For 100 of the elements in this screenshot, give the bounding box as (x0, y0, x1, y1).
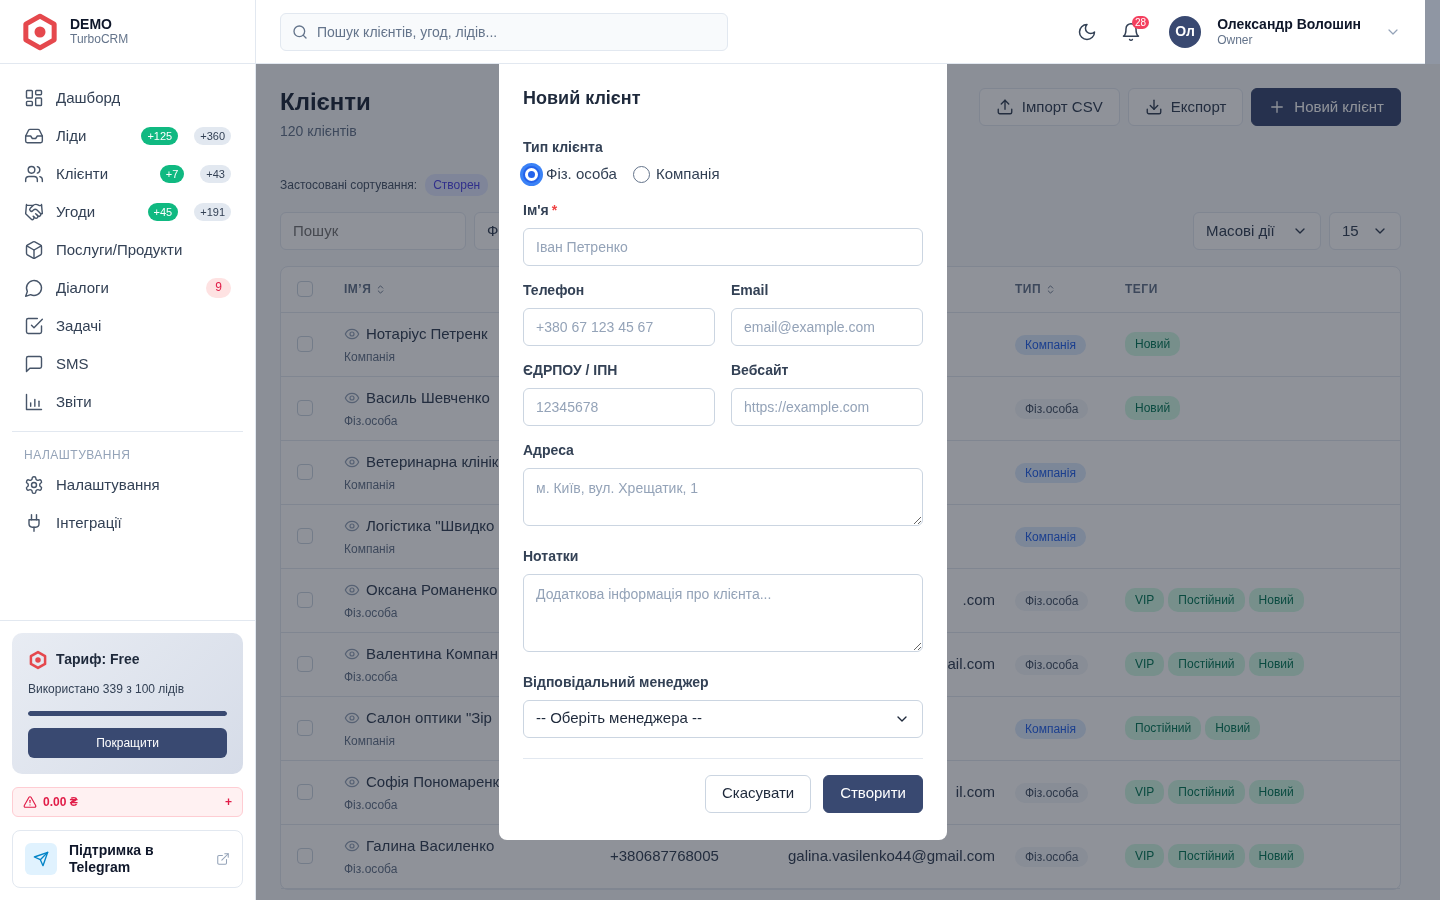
row-checkbox[interactable] (297, 656, 313, 673)
balance-amount: 0.00 ₴ (43, 794, 79, 812)
field-label: Нотатки (523, 547, 579, 564)
tag-badge: Новий (1125, 396, 1181, 421)
upgrade-button[interactable]: Покращити (28, 728, 227, 759)
radio-option[interactable]: Фіз. особа (523, 163, 617, 186)
usage-text: Використано 339 з 100 лідів (28, 681, 186, 699)
notification-badge: 28 (1132, 15, 1150, 29)
scrollbar-track (1425, 0, 1440, 64)
tag-badge: Постійний (1125, 716, 1202, 741)
row-checkbox[interactable] (297, 592, 313, 609)
nav-item[interactable]: Угоди +45 +191 (12, 193, 243, 231)
client-kind: Компанія (344, 348, 395, 366)
client-kind: Компанія (344, 540, 395, 558)
nav-item[interactable]: Інтеграції (12, 504, 243, 542)
client-kind: Фіз.особа (344, 412, 398, 430)
row-checkbox[interactable] (297, 720, 313, 737)
email-cell: il.com (955, 783, 995, 801)
row-checkbox[interactable] (297, 784, 313, 801)
nav-item[interactable]: Послуги/Продукти (12, 231, 243, 269)
nav-item[interactable]: Дашборд (12, 79, 243, 117)
client-name[interactable]: Галина Василенко (366, 835, 495, 858)
row-checkbox[interactable] (297, 848, 313, 865)
support-card[interactable]: Підтримка в Telegram (12, 830, 243, 888)
client-name[interactable]: Василь Шевченко (366, 387, 490, 410)
text-area[interactable]: Додаткова інформація про клієнта... (523, 573, 923, 652)
text-field[interactable]: Іван Петренко (523, 227, 923, 266)
type-badge: Фіз.особа (1015, 654, 1089, 675)
row-checkbox[interactable] (297, 336, 313, 353)
plan-title: Тариф: Free (56, 650, 140, 670)
user-avatar[interactable]: Ол (1169, 15, 1202, 48)
create-button[interactable]: Створити (823, 774, 923, 813)
client-name[interactable]: Ветеринарна клінік (366, 451, 499, 474)
tag-badge: Новий (1248, 652, 1304, 677)
column-header[interactable]: ТИП (1015, 280, 1042, 299)
nav-item[interactable]: Звіти (12, 383, 243, 421)
add-balance-link[interactable]: + (225, 793, 232, 812)
handshake-icon (24, 202, 44, 222)
section-title: НАЛАШТУВАННЯ (23, 447, 132, 464)
nav-item[interactable]: Діалоги 9 (12, 269, 243, 307)
text-field[interactable]: +380 67 123 45 67 (523, 307, 715, 346)
client-name[interactable]: Оксана Романенко (366, 579, 498, 602)
logo-icon (20, 11, 60, 52)
sort-chip[interactable]: Створен (425, 173, 489, 196)
nav-item[interactable]: Клієнти +7 +43 (12, 155, 243, 193)
row-checkbox[interactable] (297, 528, 313, 545)
client-name[interactable]: Софія Пономаренк (366, 771, 500, 794)
tag-badge: Новий (1248, 844, 1304, 869)
nav-item[interactable]: Ліди +125 +360 (12, 117, 243, 155)
count-badge: +191 (194, 202, 231, 222)
warning-icon (23, 795, 37, 810)
client-name[interactable]: Нотаріус Петренк (366, 323, 488, 346)
count-badge: +45 (147, 202, 179, 222)
email-cell: galina.vasilenko44@gmail.com (788, 847, 995, 865)
dialog-title: Новий клієнт (523, 87, 642, 110)
message-icon (24, 354, 44, 374)
tag-badge: VIP (1125, 844, 1165, 869)
balance-alert[interactable]: 0.00 ₴ + (12, 787, 243, 818)
dashboard-icon (24, 88, 44, 108)
row-checkbox[interactable] (297, 400, 313, 417)
nav-item[interactable]: SMS (12, 345, 243, 383)
sorting-label: Застосовані сортування: (280, 176, 418, 194)
page-size-select[interactable]: 15 (1329, 211, 1401, 250)
search-field[interactable]: Пошук клієнтів, угод, лідів... (280, 12, 728, 51)
search-field[interactable]: Пошук (280, 211, 466, 250)
create-button[interactable]: Новий клієнт (1251, 88, 1401, 126)
settings-icon (24, 475, 44, 495)
nav-item[interactable]: Налаштування (12, 466, 243, 504)
client-kind: Фіз.особа (344, 668, 398, 686)
bulk-actions-dropdown[interactable]: Масові дії (1193, 211, 1321, 250)
type-badge: Компанія (1015, 718, 1086, 739)
column-header[interactable]: ТЕГИ (1125, 280, 1158, 299)
upload-icon (995, 98, 1014, 116)
users-icon (24, 164, 44, 184)
cancel-button[interactable]: Скасувати (705, 774, 812, 813)
export-button[interactable]: Експорт (1127, 88, 1244, 126)
tag-badge: Новий (1248, 588, 1304, 613)
client-kind: Фіз.особа (344, 860, 398, 878)
column-header[interactable]: ІМ’Я (344, 280, 372, 299)
client-name[interactable]: Валентина Компан (366, 643, 498, 666)
client-name[interactable]: Салон оптики "Зір (366, 707, 492, 730)
email-cell: ail.com (947, 655, 995, 673)
text-field[interactable]: email@example.com (731, 307, 923, 346)
field-label: Адреса (523, 441, 574, 458)
text-field[interactable]: https://example.com (731, 387, 923, 426)
select-all-checkbox[interactable] (297, 281, 313, 298)
row-checkbox[interactable] (297, 464, 313, 481)
client-kind: Фіз.особа (344, 796, 398, 814)
nav-item[interactable]: Задачі (12, 307, 243, 345)
manager-select[interactable]: -- Оберіть менеджера -- (523, 699, 923, 738)
import-button[interactable]: Імпорт CSV (978, 88, 1120, 126)
client-name[interactable]: Логістика "Швидко (366, 515, 495, 538)
text-area[interactable]: м. Київ, вул. Хрещатик, 1 (523, 467, 923, 526)
radio-option[interactable]: Компанія (632, 163, 720, 186)
tag-badge: Постійний (1168, 844, 1245, 869)
tag-badge: VIP (1125, 588, 1165, 613)
download-icon (1144, 98, 1163, 116)
text-field[interactable]: 12345678 (523, 387, 715, 426)
checkbox-icon (24, 316, 44, 336)
paper-plane-icon (33, 851, 49, 868)
